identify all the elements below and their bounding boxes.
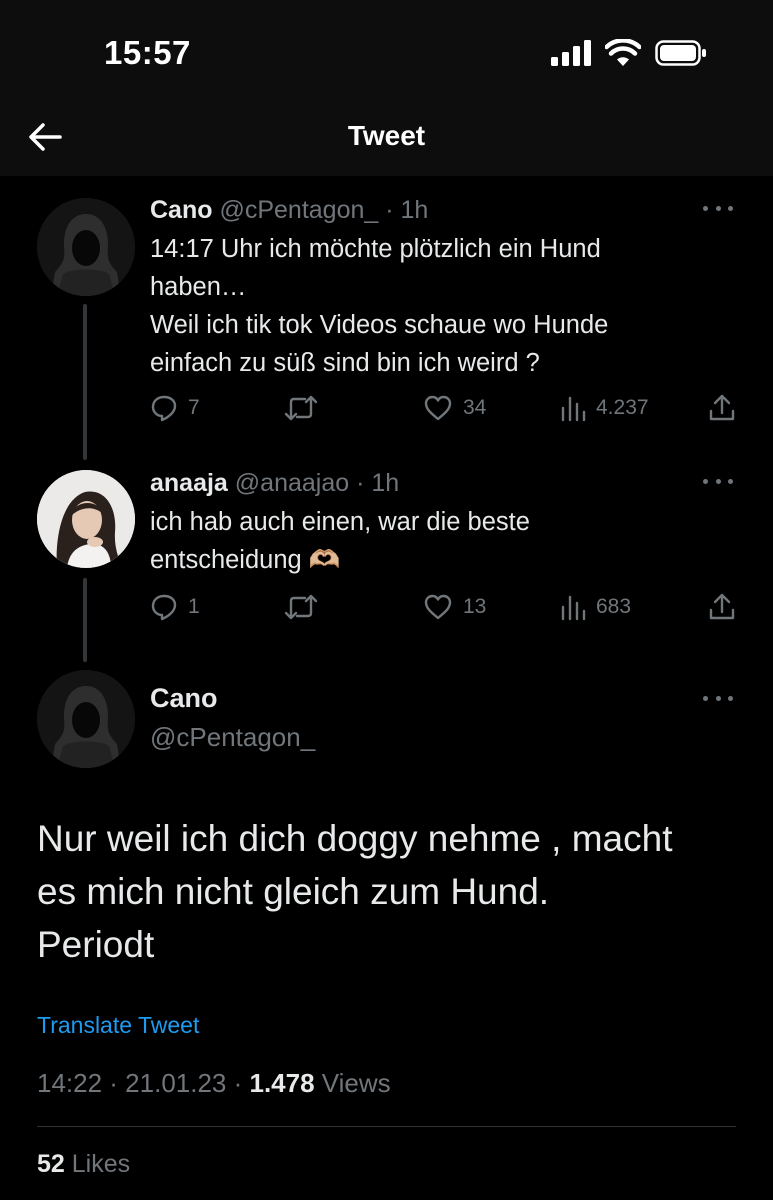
views-label: Views: [314, 1068, 391, 1098]
thread-connector: [83, 578, 87, 662]
like-count: 34: [463, 396, 487, 419]
tweet-age: · 1h: [378, 196, 429, 224]
reply-count: 7: [188, 396, 200, 419]
tweet-timestamp[interactable]: 14:22 · 21.01.23 ·: [37, 1068, 249, 1098]
more-options-icon[interactable]: [703, 206, 733, 214]
like-button[interactable]: 13: [423, 590, 486, 624]
reply-icon: [151, 594, 177, 621]
views-chart-icon: [561, 595, 586, 621]
share-button[interactable]: [708, 590, 736, 624]
view-count: 683: [596, 595, 632, 618]
thread-connector: [83, 304, 87, 460]
likes-summary[interactable]: 52 Likes: [37, 1150, 130, 1179]
top-bar: Tweet: [0, 100, 773, 176]
views-chart-icon: [561, 396, 586, 422]
reply-button[interactable]: 7: [150, 391, 200, 425]
divider: [37, 1126, 736, 1127]
retweet-icon: [284, 395, 318, 421]
translate-tweet-link[interactable]: Translate Tweet: [37, 1012, 199, 1039]
page-title: Tweet: [347, 120, 426, 151]
reply-button[interactable]: 1: [150, 590, 200, 624]
author-name[interactable]: Cano: [150, 683, 218, 714]
tweet-metadata: 14:22 · 21.01.23 · 1.478 Views: [37, 1068, 391, 1099]
likes-total: 52: [37, 1150, 65, 1178]
heart-icon: [424, 395, 452, 421]
tweet-text: ich hab auch einen, war die beste entsch…: [150, 508, 530, 574]
author-name[interactable]: Cano: [150, 196, 213, 224]
view-count: 4.237: [596, 396, 649, 419]
tweet-text: 14:17 Uhr ich möchte plötzlich ein Hund …: [150, 235, 609, 377]
more-options-icon[interactable]: [703, 696, 733, 704]
views-button[interactable]: 4.237: [560, 391, 649, 425]
hooded-figure-image: [37, 198, 135, 296]
status-time: 15:57: [104, 34, 191, 71]
views-button[interactable]: 683: [560, 590, 631, 624]
status-bar: 15:57: [0, 0, 773, 100]
avatar[interactable]: [37, 670, 135, 768]
author-name[interactable]: anaaja: [150, 469, 228, 497]
avatar[interactable]: [37, 198, 135, 296]
reply-icon: [151, 395, 177, 422]
likes-label: Likes: [64, 1150, 131, 1178]
profile-photo-image: [37, 470, 135, 568]
heart-icon: [424, 594, 452, 620]
avatar[interactable]: [37, 470, 135, 568]
hooded-figure-image: [37, 670, 135, 768]
wifi-icon: [605, 39, 641, 66]
main-tweet-text: Nur weil ich dich doggy nehme , macht es…: [37, 818, 673, 965]
tweet-author-row: Cano @cPentagon_ · 1h: [150, 196, 428, 225]
retweet-icon: [284, 594, 318, 620]
tweet-actions: 7 34 4.237: [150, 391, 740, 425]
share-icon: [709, 593, 735, 620]
views-total: 1.478: [249, 1068, 315, 1098]
retweet-button[interactable]: [284, 391, 328, 425]
like-button[interactable]: 34: [423, 391, 486, 425]
tweet-author-row: anaaja @anaajao · 1h: [150, 469, 399, 498]
share-icon: [709, 394, 735, 421]
share-button[interactable]: [708, 391, 736, 425]
tweet-age: · 1h: [349, 469, 400, 497]
author-handle[interactable]: @cPentagon_: [150, 722, 315, 753]
more-options-icon[interactable]: [703, 479, 733, 487]
author-handle[interactable]: @anaajao: [235, 469, 349, 497]
retweet-button[interactable]: [284, 590, 328, 624]
like-count: 13: [463, 595, 487, 618]
battery-icon: [655, 40, 706, 66]
author-handle[interactable]: @cPentagon_: [219, 196, 378, 224]
cellular-signal-icon: [551, 40, 591, 66]
tweet-actions: 1 13 683: [150, 590, 740, 624]
reply-count: 1: [188, 595, 200, 618]
